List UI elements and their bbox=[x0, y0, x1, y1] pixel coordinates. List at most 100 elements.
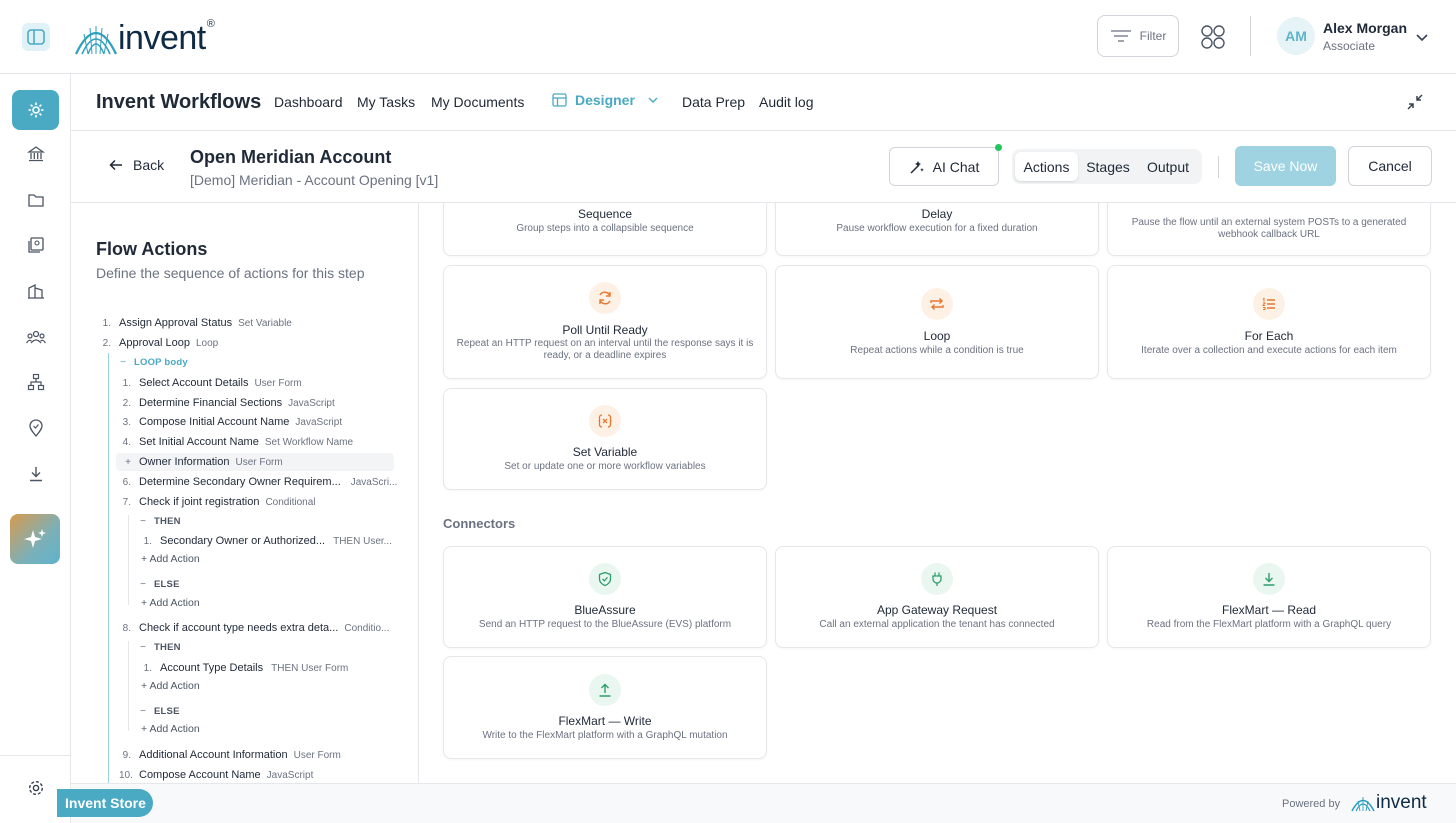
back-button[interactable]: Back bbox=[109, 157, 164, 173]
action-card-set-variable[interactable]: Set Variable Set or update one or more w… bbox=[443, 388, 767, 490]
filter-button[interactable]: Filter bbox=[1097, 15, 1179, 57]
invent-store-button[interactable]: Invent Store bbox=[57, 789, 153, 817]
then-label: THEN bbox=[154, 642, 181, 653]
plug-icon bbox=[921, 563, 953, 595]
save-button[interactable]: Save Now bbox=[1235, 146, 1336, 186]
flow-item[interactable]: 1. Secondary Owner or Authorized... THEN U… bbox=[140, 535, 392, 547]
action-card-sequence[interactable]: Sequence Group steps into a collapsible … bbox=[443, 203, 767, 256]
list-icon bbox=[1253, 288, 1285, 320]
sidebar-toggle-icon[interactable] bbox=[22, 23, 50, 51]
flow-item[interactable]: + Owner Information User Form bbox=[119, 456, 283, 468]
tab-stages[interactable]: Stages bbox=[1079, 152, 1137, 181]
add-action-button[interactable]: + Add Action bbox=[141, 597, 200, 609]
avatar[interactable]: AM bbox=[1277, 17, 1315, 55]
then-branch-header[interactable]: − THEN bbox=[140, 516, 181, 527]
flow-item[interactable]: 7. Check if joint registration Conditional bbox=[119, 496, 316, 508]
flow-item[interactable]: 2. Approval Loop Loop bbox=[101, 337, 219, 349]
footer-logo: invent bbox=[1351, 793, 1427, 812]
add-action-button[interactable]: + Add Action bbox=[141, 723, 200, 735]
card-title: Delay bbox=[921, 207, 953, 221]
upload-icon bbox=[589, 674, 621, 706]
user-name[interactable]: Alex Morgan bbox=[1323, 20, 1407, 36]
card-desc: Group steps into a collapsible sequence bbox=[516, 223, 694, 234]
else-branch-header[interactable]: − ELSE bbox=[140, 706, 180, 717]
action-card-poll-until-ready[interactable]: Poll Until Ready Repeat an HTTP request … bbox=[443, 265, 767, 379]
loop-body-line bbox=[108, 353, 109, 783]
rail-gear-icon[interactable] bbox=[12, 90, 59, 130]
action-catalog: Sequence Group steps into a collapsible … bbox=[419, 203, 1456, 783]
ai-chat-label: AI Chat bbox=[932, 158, 980, 175]
action-card-loop[interactable]: Loop Repeat actions while a condition is… bbox=[775, 265, 1099, 379]
rail-settings-icon[interactable] bbox=[12, 768, 59, 808]
action-card-delay[interactable]: Delay Pause workflow execution for a fix… bbox=[775, 203, 1099, 256]
nav-my-documents[interactable]: My Documents bbox=[431, 94, 524, 110]
else-label: ELSE bbox=[154, 579, 180, 590]
sparkle-icon[interactable] bbox=[10, 514, 60, 564]
flow-item[interactable]: 1. Assign Approval Status Set Variable bbox=[101, 317, 292, 329]
flow-item[interactable]: 1. Select Account Details User Form bbox=[119, 377, 302, 389]
card-desc: Pause the flow until an external system … bbox=[1131, 217, 1407, 240]
flow-item-name: Determine Financial Sections bbox=[139, 397, 283, 409]
logo-text: invent bbox=[118, 19, 206, 57]
rail-sitemap-icon[interactable] bbox=[12, 362, 59, 402]
rail-book-icon[interactable] bbox=[12, 225, 59, 265]
flow-item-name: Additional Account Information bbox=[139, 749, 288, 761]
action-card-for-each[interactable]: For Each Iterate over a collection and e… bbox=[1107, 265, 1431, 379]
add-action-label: + Add Action bbox=[141, 723, 200, 735]
add-action-button[interactable]: + Add Action bbox=[141, 553, 200, 565]
flow-item[interactable]: 1. Account Type Details THEN User Form bbox=[140, 662, 349, 674]
flow-item[interactable]: 9. Additional Account Information User For… bbox=[119, 749, 341, 761]
flow-item[interactable]: 8. Check if account type needs extra deta… bbox=[119, 622, 390, 634]
card-title: Poll Until Ready bbox=[562, 323, 648, 337]
nav-designer[interactable]: Designer bbox=[552, 92, 659, 108]
flow-item-num: 7. bbox=[122, 497, 131, 508]
rail-buildings-icon[interactable] bbox=[12, 271, 59, 311]
rail-download-icon[interactable] bbox=[12, 454, 59, 494]
flow-item[interactable]: 6. Determine Secondary Owner Requirem... J… bbox=[119, 476, 398, 488]
tab-output[interactable]: Output bbox=[1138, 152, 1198, 181]
flow-item[interactable]: 2. Determine Financial Sections JavaScript bbox=[119, 397, 335, 409]
connector-card-flexmart-read[interactable]: FlexMart — Read Read from the FlexMart p… bbox=[1107, 546, 1431, 648]
magic-wand-icon bbox=[910, 160, 924, 174]
chevron-down-icon[interactable] bbox=[1415, 30, 1429, 48]
nav-data-prep[interactable]: Data Prep bbox=[682, 94, 745, 110]
collapse-icon[interactable] bbox=[1407, 94, 1423, 115]
loop-body-header[interactable]: − LOOP body bbox=[120, 357, 188, 368]
flow-item[interactable]: 3. Compose Initial Account Name JavaScript bbox=[119, 416, 342, 428]
rail-location-icon[interactable] bbox=[12, 408, 59, 448]
tab-actions[interactable]: Actions bbox=[1015, 152, 1078, 181]
cancel-button[interactable]: Cancel bbox=[1348, 146, 1432, 186]
flow-item-type: THEN User Form bbox=[271, 663, 349, 674]
flow-item[interactable]: 10. Compose Account Name JavaScript bbox=[119, 769, 313, 781]
step-header: Back Open Meridian Account [Demo] Meridi… bbox=[71, 131, 1456, 203]
drag-handle-icon: + bbox=[125, 457, 131, 468]
rail-users-icon[interactable] bbox=[12, 317, 59, 357]
then-branch-header[interactable]: − THEN bbox=[140, 642, 181, 653]
flow-item-num: 8. bbox=[122, 623, 131, 634]
connector-card-app-gateway[interactable]: App Gateway Request Call an external app… bbox=[775, 546, 1099, 648]
nav-dashboard[interactable]: Dashboard bbox=[274, 94, 343, 110]
connector-card-flexmart-write[interactable]: FlexMart — Write Write to the FlexMart p… bbox=[443, 656, 767, 759]
rail-bank-icon[interactable] bbox=[12, 134, 59, 174]
apps-grid-icon[interactable] bbox=[1200, 24, 1226, 50]
logo-arc-icon bbox=[75, 26, 117, 55]
invent-logo[interactable]: invent ® bbox=[74, 16, 215, 56]
flow-item-name: Assign Approval Status bbox=[119, 317, 233, 329]
card-desc: Iterate over a collection and execute ac… bbox=[1141, 345, 1397, 356]
status-dot bbox=[995, 144, 1002, 151]
connector-card-blueassure[interactable]: BlueAssure Send an HTTP request to the B… bbox=[443, 546, 767, 648]
flow-item[interactable]: 4. Set Initial Account Name Set Workflow N… bbox=[119, 436, 353, 448]
action-card-webhook[interactable]: Pause the flow until an external system … bbox=[1107, 203, 1431, 256]
nav-my-tasks[interactable]: My Tasks bbox=[357, 94, 415, 110]
card-desc: Send an HTTP request to the BlueAssure (… bbox=[478, 619, 732, 630]
else-branch-header[interactable]: − ELSE bbox=[140, 579, 180, 590]
nav-audit-log[interactable]: Audit log bbox=[759, 94, 813, 110]
flow-item-type: Conditional bbox=[265, 497, 316, 508]
collapse-toggle: − bbox=[140, 579, 146, 590]
flow-item-num: 3. bbox=[122, 417, 131, 428]
view-tabs: Actions Stages Output bbox=[1012, 149, 1202, 184]
ai-chat-button[interactable]: AI Chat bbox=[889, 147, 999, 186]
add-action-button[interactable]: + Add Action bbox=[141, 680, 200, 692]
rail-folder-icon[interactable] bbox=[12, 180, 59, 220]
card-title: BlueAssure bbox=[574, 603, 636, 617]
